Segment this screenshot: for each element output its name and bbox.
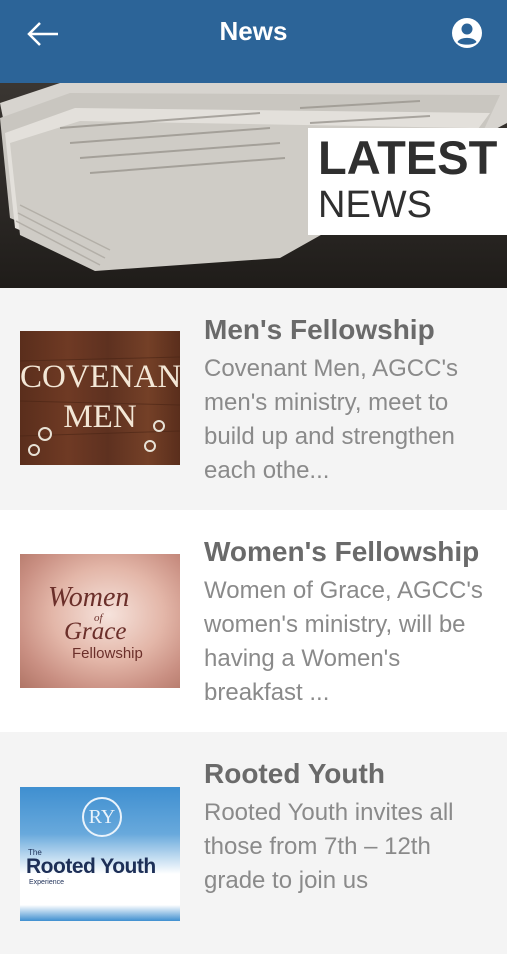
thumb-line2: MEN — [63, 399, 137, 435]
app-bar: News — [0, 0, 507, 83]
thumb-line3: Grace — [64, 618, 127, 645]
banner-line1: LATEST — [318, 131, 498, 184]
account-circle-icon — [452, 18, 482, 48]
thumb-line1: COVENANT — [20, 359, 180, 395]
page-title: News — [219, 16, 288, 46]
news-thumbnail: Women of Grace Fellowship — [20, 554, 180, 688]
news-description: Women of Grace, AGCC's women's ministry,… — [204, 577, 483, 706]
thumb-line1: Women — [48, 582, 130, 613]
news-description: Rooted Youth invites all those from 7th … — [204, 799, 454, 894]
news-list: COVENANT MEN Men's Fellowship Covenant M… — [0, 288, 507, 954]
news-title: Rooted Youth — [204, 758, 385, 789]
news-thumbnail: RY The Rooted Youth Experience — [20, 787, 180, 921]
latest-news-banner: LATEST NEWS — [0, 83, 507, 288]
thumb-line2: Experience — [29, 879, 65, 886]
news-item[interactable]: RY The Rooted Youth Experience Rooted Yo… — [0, 732, 507, 954]
news-item[interactable]: COVENANT MEN Men's Fellowship Covenant M… — [0, 288, 507, 510]
news-description: Covenant Men, AGCC's men's ministry, mee… — [204, 355, 459, 484]
latest-news-badge: LATEST NEWS — [308, 128, 507, 235]
banner-line2: NEWS — [318, 184, 432, 226]
news-thumbnail: COVENANT MEN — [20, 331, 180, 465]
news-title: Men's Fellowship — [204, 314, 435, 345]
news-item[interactable]: Women of Grace Fellowship Women's Fellow… — [0, 510, 507, 732]
wood-texture — [20, 356, 180, 456]
news-title: Women's Fellowship — [204, 536, 480, 567]
youth-logo-mark: RY — [82, 797, 122, 837]
thumb-line4: Fellowship — [72, 645, 143, 662]
thumb-line1: Rooted Youth — [26, 855, 156, 878]
account-button[interactable] — [450, 16, 484, 50]
